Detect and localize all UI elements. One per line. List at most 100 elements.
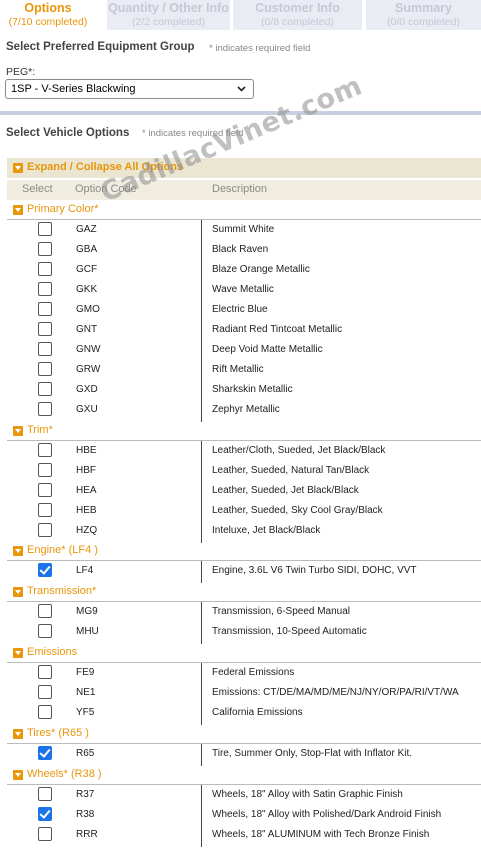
tab-progress: (7/10 completed) <box>8 16 88 28</box>
option-checkbox[interactable] <box>38 282 52 296</box>
option-description: Tire, Summer Only, Stop-Flat with Inflat… <box>212 748 413 759</box>
option-checkbox[interactable] <box>38 302 52 316</box>
option-row: R37 Wheels, 18" Alloy with Satin Graphic … <box>0 785 481 805</box>
option-checkbox[interactable] <box>38 746 52 760</box>
option-checkbox[interactable] <box>38 523 52 537</box>
option-description: Blaze Orange Metallic <box>212 264 310 275</box>
tab-progress: (0/8 completed) <box>261 16 334 28</box>
option-group-header[interactable]: Engine* (LF4 ) <box>7 543 481 561</box>
option-code: HZQ <box>76 525 98 536</box>
option-checkbox[interactable] <box>38 705 52 719</box>
tab-customer-info[interactable]: Customer Info (0/8 completed) <box>233 0 362 30</box>
option-checkbox[interactable] <box>38 787 52 801</box>
option-row: NE1 Emissions: CT/DE/MA/MD/ME/NJ/NY/OR/PA… <box>0 683 481 703</box>
option-group-title: Trim* <box>27 424 53 436</box>
option-checkbox[interactable] <box>38 807 52 821</box>
option-row: GMO Electric Blue <box>0 300 481 320</box>
option-checkbox[interactable] <box>38 665 52 679</box>
option-group-header[interactable]: Wheels* (R38 ) <box>7 767 481 785</box>
option-row: R65 Tire, Summer Only, Stop-Flat with Inf… <box>0 744 481 764</box>
option-checkbox[interactable] <box>38 322 52 336</box>
option-row: GBA Black Raven <box>0 240 481 260</box>
tab-quantity-other-info[interactable]: Quantity / Other Info (2/2 completed) <box>107 0 230 30</box>
section-divider <box>0 111 481 115</box>
option-code: RRR <box>76 829 98 840</box>
option-group-header[interactable]: Tires* (R65 ) <box>7 726 481 744</box>
option-checkbox[interactable] <box>38 342 52 356</box>
option-description: Electric Blue <box>212 304 268 315</box>
option-group-header[interactable]: Primary Color* <box>7 202 481 220</box>
option-description: Transmission, 10-Speed Automatic <box>212 626 367 637</box>
option-checkbox[interactable] <box>38 604 52 618</box>
option-description: Wave Metallic <box>212 284 274 295</box>
options-section-title: Select Vehicle Options <box>6 127 130 139</box>
option-code: HEA <box>76 485 97 496</box>
option-row: HZQ Inteluxe, Jet Black/Black <box>0 521 481 541</box>
option-description: Inteluxe, Jet Black/Black <box>212 525 321 536</box>
option-checkbox[interactable] <box>38 685 52 699</box>
tab-options[interactable]: Options (7/10 completed) <box>0 0 96 30</box>
option-checkbox[interactable] <box>38 362 52 376</box>
option-row: HEB Leather, Sueded, Sky Cool Gray/Black <box>0 501 481 521</box>
option-code: R37 <box>76 789 95 800</box>
option-checkbox[interactable] <box>38 443 52 457</box>
option-description: Wheels, 18" Alloy with Polished/Dark And… <box>212 809 442 820</box>
option-description: Summit White <box>212 224 275 235</box>
option-description: Wheels, 18" ALUMINUM with Tech Bronze Fi… <box>212 829 430 840</box>
collapse-arrow-icon <box>13 648 23 658</box>
option-description: Black Raven <box>212 244 269 255</box>
option-row: GKK Wave Metallic <box>0 280 481 300</box>
option-description: Leather/Cloth, Sueded, Jet Black/Black <box>212 445 386 456</box>
collapse-arrow-icon <box>13 546 23 556</box>
option-code: GKK <box>76 284 98 295</box>
option-row: GCF Blaze Orange Metallic <box>0 260 481 280</box>
option-description: Leather, Sueded, Jet Black/Black <box>212 485 359 496</box>
option-description: Rift Metallic <box>212 364 264 375</box>
collapse-arrow-icon <box>13 770 23 780</box>
tab-title: Summary <box>395 1 452 15</box>
option-checkbox[interactable] <box>38 563 52 577</box>
option-checkbox[interactable] <box>38 402 52 416</box>
option-group-header[interactable]: Trim* <box>7 423 481 441</box>
option-checkbox[interactable] <box>38 827 52 841</box>
option-code: NE1 <box>76 687 96 698</box>
option-description: Wheels, 18" Alloy with Satin Graphic Fin… <box>212 789 403 800</box>
option-group-title: Emissions <box>27 646 78 658</box>
option-row: HBE Leather/Cloth, Sueded, Jet Black/Blac… <box>0 441 481 461</box>
option-code: FE9 <box>76 667 95 678</box>
option-group-title: Engine* (LF4 ) <box>27 544 98 556</box>
option-code: MHU <box>76 626 99 637</box>
option-code: GXU <box>76 404 98 415</box>
option-row: MG9 Transmission, 6-Speed Manual <box>0 602 481 622</box>
option-row: GAZ Summit White <box>0 220 481 240</box>
option-code: R38 <box>76 809 95 820</box>
option-group-header[interactable]: Transmission* <box>7 584 481 602</box>
option-checkbox[interactable] <box>38 382 52 396</box>
option-checkbox[interactable] <box>38 262 52 276</box>
option-checkbox[interactable] <box>38 242 52 256</box>
option-description: California Emissions <box>212 707 303 718</box>
collapse-arrow-icon <box>13 163 23 173</box>
option-description: Deep Void Matte Metallic <box>212 344 323 355</box>
option-checkbox[interactable] <box>38 624 52 638</box>
option-checkbox[interactable] <box>38 483 52 497</box>
option-group-title: Tires* (R65 ) <box>27 727 89 739</box>
option-code: GBA <box>76 244 98 255</box>
peg-select[interactable]: 1SP - V-Series Blackwing <box>5 79 254 99</box>
option-checkbox[interactable] <box>38 222 52 236</box>
collapse-arrow-icon <box>13 205 23 215</box>
column-description: Description <box>212 183 268 195</box>
option-group-header[interactable]: Emissions <box>7 645 481 663</box>
tab-summary[interactable]: Summary (0/0 completed) <box>366 0 481 30</box>
option-row: GNT Radiant Red Tintcoat Metallic <box>0 320 481 340</box>
collapse-arrow-icon <box>13 587 23 597</box>
option-checkbox[interactable] <box>38 463 52 477</box>
option-code: LF4 <box>76 565 94 576</box>
option-checkbox[interactable] <box>38 503 52 517</box>
option-code: HBF <box>76 465 96 476</box>
peg-selected-value: 1SP - V-Series Blackwing <box>11 83 136 95</box>
collapse-arrow-icon <box>13 426 23 436</box>
expand-collapse-all[interactable]: Expand / Collapse All Options <box>7 158 481 178</box>
option-code: GCF <box>76 264 98 275</box>
option-row: GNW Deep Void Matte Metallic <box>0 340 481 360</box>
